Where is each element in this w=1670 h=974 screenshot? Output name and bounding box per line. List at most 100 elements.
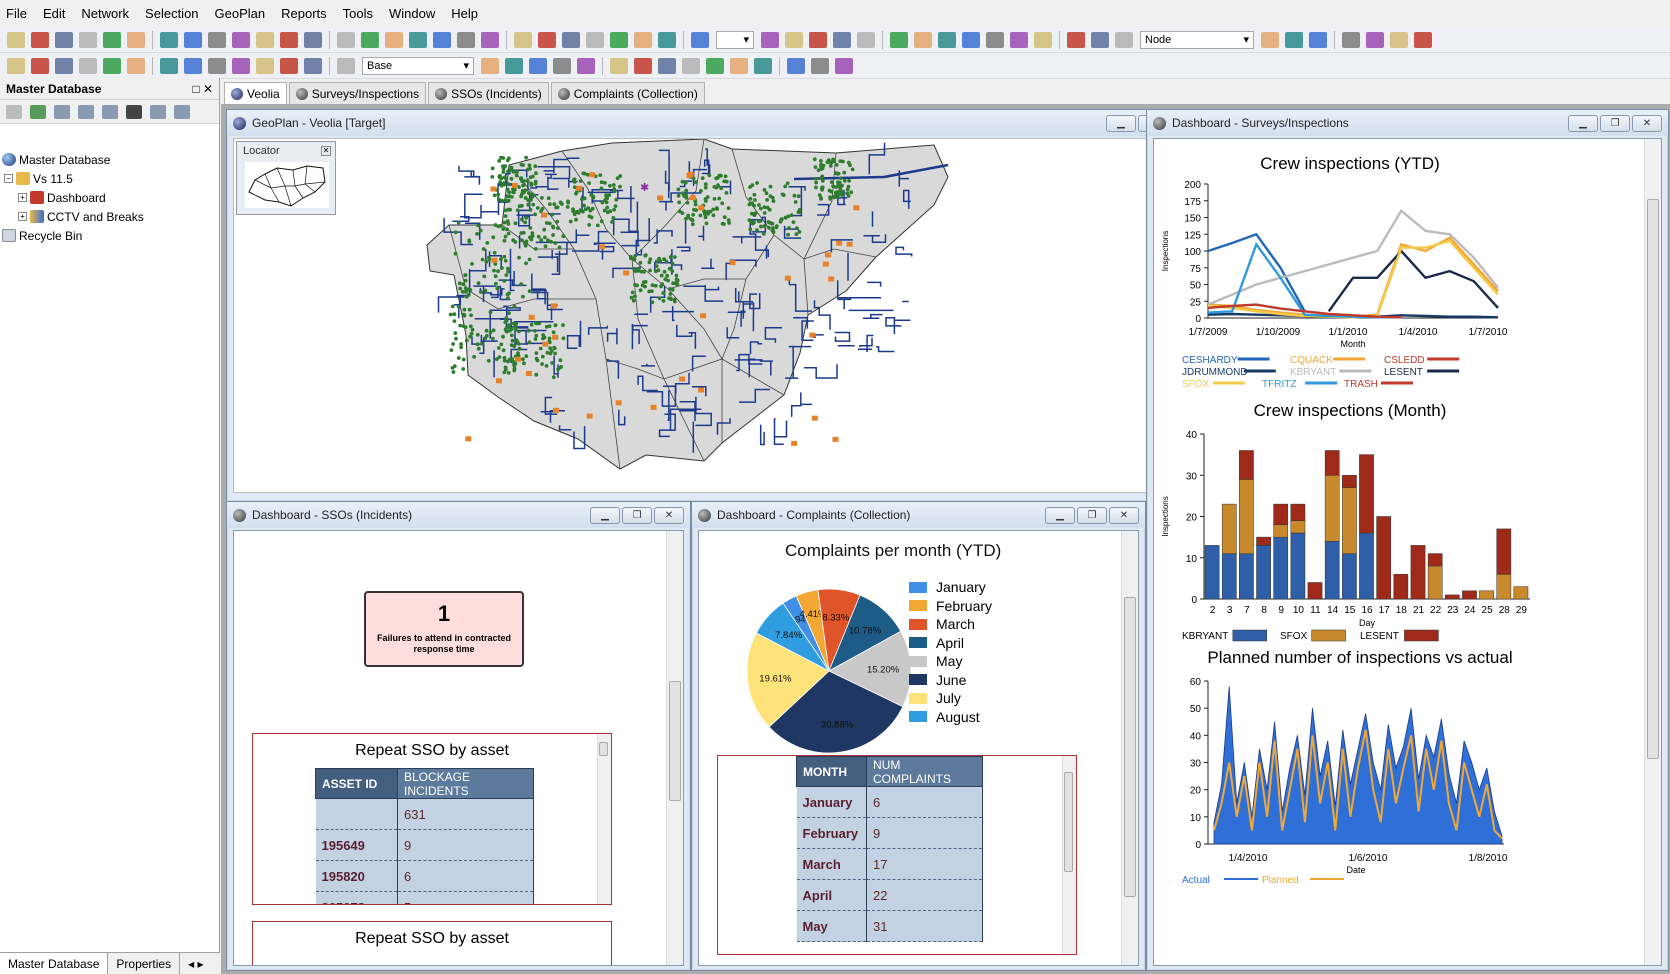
toolbar-tool-icon[interactable] xyxy=(232,31,250,48)
window-title-bar[interactable]: Dashboard - Surveys/Inspections ▁ ❐ ✕ xyxy=(1147,110,1668,136)
toolbar-tool-icon[interactable] xyxy=(127,31,145,48)
toolbar-tool-icon[interactable] xyxy=(1091,31,1109,48)
toolbar-tool-icon[interactable] xyxy=(514,31,532,48)
toolbar-tool-icon[interactable] xyxy=(208,57,226,74)
line-series[interactable] xyxy=(1327,249,1499,313)
toolbar-tool-icon[interactable] xyxy=(160,31,178,48)
toolbar-tool-icon[interactable] xyxy=(577,57,595,74)
expand-icon[interactable]: + xyxy=(18,212,27,221)
tab-complaints[interactable]: Complaints (Collection) xyxy=(550,82,705,104)
table-row[interactable]: 195649 9 xyxy=(315,829,534,861)
bar-segment[interactable] xyxy=(1290,520,1306,534)
bar-segment[interactable] xyxy=(1427,553,1443,567)
toolbar-tool-icon[interactable] xyxy=(658,57,676,74)
tree-item-vs[interactable]: − Vs 11.5 xyxy=(0,169,219,188)
minimize-icon[interactable]: ▁ xyxy=(590,507,620,524)
menu-tools[interactable]: Tools xyxy=(343,6,373,21)
toolbar-tool-icon[interactable] xyxy=(256,31,274,48)
toolbar-tool-icon[interactable] xyxy=(730,57,748,74)
toolbar-tool-icon[interactable] xyxy=(529,57,547,74)
table-row[interactable]: May 31 xyxy=(796,910,983,942)
toolbar-tool-icon[interactable] xyxy=(304,57,322,74)
bar-segment[interactable] xyxy=(1359,532,1374,600)
node-combo[interactable]: Node ▾ xyxy=(1140,30,1254,49)
toolbar-tool-icon[interactable] xyxy=(433,31,451,48)
toolbar-tool-icon[interactable] xyxy=(1390,31,1408,48)
bar-segment[interactable] xyxy=(1496,528,1512,575)
bar-segment[interactable] xyxy=(1273,536,1289,600)
calendar-icon[interactable] xyxy=(78,104,94,119)
toolbar-tool-icon[interactable] xyxy=(481,31,499,48)
menu-reports[interactable]: Reports xyxy=(281,6,327,21)
menu-network[interactable]: Network xyxy=(81,6,129,21)
toolbar-tool-icon[interactable] xyxy=(160,57,178,74)
toolbar-tool-icon[interactable] xyxy=(232,57,250,74)
toolbar-tool-icon[interactable] xyxy=(754,57,772,74)
toolbar-tool-icon[interactable] xyxy=(31,57,49,74)
bar-segment[interactable] xyxy=(1273,503,1289,525)
toolbar-tool-icon[interactable] xyxy=(505,57,523,74)
toolbar-tool-icon[interactable] xyxy=(962,31,980,48)
toolbar-tool-icon[interactable] xyxy=(986,31,1004,48)
close-icon[interactable]: ✕ xyxy=(1109,507,1139,524)
scrollbar-thumb[interactable] xyxy=(1064,772,1073,872)
toolbar-tool-icon[interactable] xyxy=(761,31,779,48)
toolbar-tool-icon[interactable] xyxy=(1261,31,1279,48)
minimize-icon[interactable]: ▁ xyxy=(1568,115,1598,132)
sort-icon[interactable] xyxy=(102,104,118,119)
toolbar-tool-icon[interactable] xyxy=(79,31,97,48)
up-arrow-icon[interactable] xyxy=(6,104,22,119)
window-title-bar[interactable]: GeoPlan - Veolia [Target] ▁ ❐ ✕ xyxy=(227,110,1212,136)
maximize-icon[interactable]: ❐ xyxy=(622,507,652,524)
toolbar-tool-icon[interactable] xyxy=(1366,31,1384,48)
bar-segment[interactable] xyxy=(1239,479,1254,554)
find-icon[interactable] xyxy=(126,104,142,119)
hierarchy-icon[interactable] xyxy=(174,104,190,119)
bar-segment[interactable] xyxy=(1239,450,1254,480)
column-header[interactable]: NUM COMPLAINTS xyxy=(866,756,983,787)
bar-segment[interactable] xyxy=(1239,553,1254,600)
column-header[interactable]: ASSET ID xyxy=(315,768,398,799)
bar-segment[interactable] xyxy=(1496,574,1512,600)
map-view[interactable]: Locator ✕ ✱ xyxy=(233,138,1206,493)
toolbar-tool-icon[interactable] xyxy=(562,31,580,48)
toolbar-tool-icon[interactable] xyxy=(658,31,676,48)
table-scrollbar[interactable] xyxy=(597,734,611,904)
chevron-down-icon[interactable]: ▾ xyxy=(1243,33,1249,46)
table-row[interactable]: 631 xyxy=(315,798,534,830)
toolbar-tool-icon[interactable] xyxy=(31,31,49,48)
toolbar-tool-icon[interactable] xyxy=(409,31,427,48)
toolbar-tool-icon[interactable] xyxy=(634,31,652,48)
toolbar-tool-icon[interactable] xyxy=(7,31,25,48)
table-row[interactable]: February 9 xyxy=(796,817,983,849)
toolbar-tool-icon[interactable] xyxy=(682,57,700,74)
toolbar-tool-icon[interactable] xyxy=(787,57,805,74)
tab-veolia[interactable]: Veolia xyxy=(224,82,287,104)
table-row[interactable]: 195820 6 xyxy=(315,860,534,892)
bar-segment[interactable] xyxy=(1359,454,1374,534)
toolbar-tool-icon[interactable] xyxy=(1115,31,1133,48)
toolbar-tool-icon[interactable] xyxy=(833,31,851,48)
toolbar-tool-icon[interactable] xyxy=(538,31,556,48)
toolbar-tool-icon[interactable] xyxy=(890,31,908,48)
window-title-bar[interactable]: Dashboard - Complaints (Collection) ▁ ❐ … xyxy=(692,502,1145,528)
toolbar-tool-icon[interactable] xyxy=(304,31,322,48)
vertical-scrollbar[interactable] xyxy=(666,531,683,965)
tab-surveys[interactable]: Surveys/Inspections xyxy=(288,82,427,104)
toolbar-tool-icon[interactable] xyxy=(256,57,274,74)
chevron-down-icon[interactable]: ▾ xyxy=(743,33,749,46)
tree-item-cctv[interactable]: + CCTV and Breaks xyxy=(0,207,219,226)
toolbar-tool-icon[interactable] xyxy=(337,31,355,48)
toolbar-tool-icon[interactable] xyxy=(1067,31,1085,48)
table-row[interactable]: March 17 xyxy=(796,848,983,880)
toolbar-tool-icon[interactable] xyxy=(1034,31,1052,48)
table-row[interactable]: April 22 xyxy=(796,879,983,911)
bar-segment[interactable] xyxy=(1256,545,1271,600)
window-icon[interactable] xyxy=(150,104,166,119)
toolbar-tool-icon[interactable] xyxy=(280,57,298,74)
scrollbar-thumb[interactable] xyxy=(669,681,681,801)
toolbar-tool-icon[interactable] xyxy=(1285,31,1303,48)
toolbar-tool-icon[interactable] xyxy=(1010,31,1028,48)
toolbar-tool-icon[interactable] xyxy=(586,31,604,48)
chevron-down-icon[interactable]: ▾ xyxy=(463,59,469,72)
